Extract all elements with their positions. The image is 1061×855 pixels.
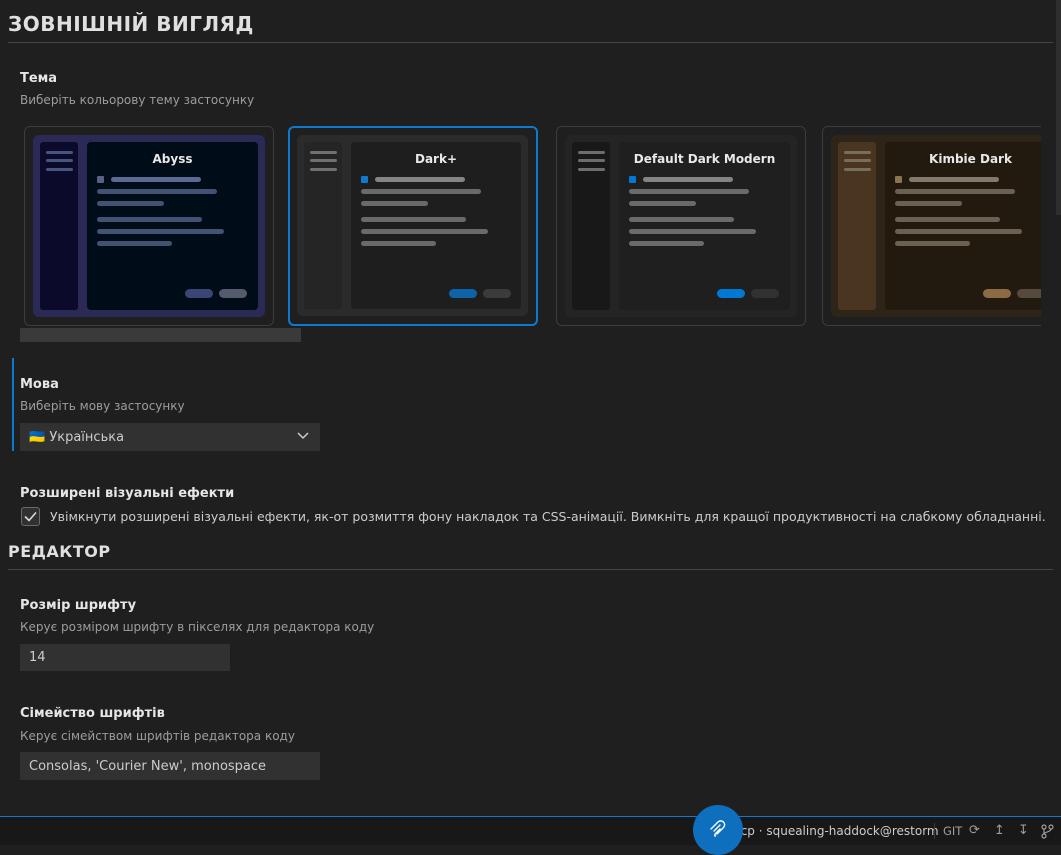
theme-preview-line — [895, 229, 1022, 234]
theme-card-name: Dark+ — [414, 152, 457, 166]
theme-preview-sidebar-line — [310, 159, 337, 162]
visual-effects-checkbox[interactable] — [21, 507, 40, 526]
theme-preview-button — [185, 289, 213, 298]
theme-preview-sidebar — [40, 142, 78, 310]
theme-preview-sidebar-line — [578, 159, 605, 162]
theme-preview-sidebar-line — [310, 151, 337, 154]
theme-card[interactable]: Default Dark Modern — [556, 126, 806, 326]
theme-card-name: Abyss — [152, 152, 193, 166]
theme-preview-sidebar-line — [844, 151, 871, 154]
branch-icon[interactable] — [1041, 824, 1054, 839]
theme-preview-line — [629, 241, 704, 246]
theme-preview-accent — [629, 176, 636, 183]
theme-card[interactable]: Kimbie Dark — [822, 126, 1041, 326]
theme-preview-sidebar — [838, 142, 876, 310]
theme-preview-sidebar-line — [46, 168, 73, 171]
theme-preview-line — [375, 177, 465, 182]
status-bar: mcp · squealing-haddock@restorm GIT ⟳ ↥ … — [0, 816, 1061, 845]
theme-preview-accent — [97, 176, 104, 183]
theme-preview-line — [361, 217, 466, 222]
theme-preview-line — [643, 177, 733, 182]
visual-effects-label: Розширені візуальні ефекти — [20, 486, 235, 501]
theme-preview-line — [629, 217, 734, 222]
theme-gallery-scrollbar[interactable] — [20, 328, 301, 342]
theme-preview-button — [483, 289, 511, 298]
assistant-fab[interactable] — [693, 805, 743, 855]
vertical-scrollbar[interactable] — [1056, 0, 1061, 215]
theme-preview-sidebar-line — [46, 151, 73, 154]
theme-preview-sidebar-line — [844, 159, 871, 162]
theme-preview-line — [361, 229, 488, 234]
theme-preview-editor: Kimbie Dark — [885, 142, 1041, 310]
theme-preview-sidebar-line — [46, 159, 73, 162]
connection-status[interactable]: mcp · squealing-haddock@restorm — [729, 824, 939, 838]
font-family-input[interactable]: Consolas, 'Courier New', monospace — [20, 752, 320, 780]
language-focus-indicator — [12, 358, 14, 451]
font-size-input[interactable]: 14 — [20, 644, 230, 671]
theme-preview-sidebar-line — [844, 168, 871, 171]
git-label: GIT — [943, 824, 963, 838]
editor-section-title: РЕДАКТОР — [8, 542, 111, 561]
theme-preview-line — [97, 241, 172, 246]
theme-preview-line — [895, 217, 1000, 222]
font-family-label: Сімейство шрифтів — [20, 706, 165, 721]
theme-preview-sidebar-line — [310, 168, 337, 171]
theme-preview-line — [97, 189, 217, 194]
theme-preview-line — [361, 201, 428, 206]
theme-preview-button — [717, 289, 745, 298]
editor-section-divider — [8, 569, 1053, 570]
language-description: Виберіть мову застосунку — [20, 399, 185, 413]
font-family-description: Керує сімейством шрифтів редактора коду — [20, 729, 295, 743]
push-icon[interactable]: ↥ — [994, 823, 1005, 838]
chevron-down-icon — [297, 432, 309, 440]
theme-preview-accent — [895, 176, 902, 183]
theme-preview-line — [629, 189, 749, 194]
mcp-icon — [710, 820, 726, 837]
theme-card-name: Kimbie Dark — [929, 152, 1012, 166]
theme-preview-button — [1017, 289, 1041, 298]
theme-preview-line — [909, 177, 999, 182]
theme-preview-line — [97, 217, 202, 222]
theme-card[interactable]: Dark+ — [288, 126, 538, 326]
theme-preview-sidebar — [304, 142, 342, 309]
theme-preview-sidebar-line — [578, 151, 605, 154]
theme-preview-line — [97, 201, 164, 206]
theme-preview-line — [111, 177, 201, 182]
theme-preview-window: Kimbie Dark — [831, 135, 1041, 317]
visual-effects-checkbox-text: Увімкнути розширені візуальні ефекти, як… — [50, 509, 1046, 524]
language-label: Мова — [20, 377, 59, 392]
theme-preview-window: Dark+ — [297, 135, 528, 316]
checkmark-icon — [24, 511, 37, 522]
theme-preview-button — [983, 289, 1011, 298]
theme-gallery: Abyss Dark+ Default Dark Modern Kimbie Dark — [0, 0, 1041, 340]
theme-preview-line — [895, 201, 962, 206]
theme-preview-line — [361, 241, 436, 246]
language-select[interactable]: 🇺🇦 Українська — [20, 423, 320, 451]
theme-preview-editor: Default Dark Modern — [619, 142, 790, 310]
theme-preview-line — [629, 229, 756, 234]
theme-preview-line — [361, 189, 481, 194]
refresh-icon[interactable]: ⟳ — [969, 823, 980, 838]
theme-preview-line — [895, 241, 970, 246]
theme-card-name: Default Dark Modern — [633, 152, 776, 166]
theme-preview-button — [449, 289, 477, 298]
theme-preview-sidebar — [572, 142, 610, 310]
theme-preview-editor: Abyss — [87, 142, 258, 310]
theme-preview-accent — [361, 176, 368, 183]
font-size-label: Розмір шрифту — [20, 598, 137, 613]
pull-icon[interactable]: ↧ — [1018, 823, 1029, 838]
font-size-description: Керує розміром шрифту в пікселях для ред… — [20, 620, 375, 634]
theme-preview-line — [97, 229, 224, 234]
theme-preview-window: Abyss — [33, 135, 265, 317]
theme-card[interactable]: Abyss — [24, 126, 274, 326]
theme-preview-button — [219, 289, 247, 298]
theme-preview-editor: Dark+ — [351, 142, 521, 309]
theme-preview-button — [751, 289, 779, 298]
theme-preview-line — [895, 189, 1015, 194]
theme-preview-window: Default Dark Modern — [565, 135, 797, 317]
language-select-value: 🇺🇦 Українська — [29, 429, 125, 445]
theme-preview-sidebar-line — [578, 168, 605, 171]
theme-preview-line — [629, 201, 696, 206]
statusbar-separator — [934, 823, 935, 839]
